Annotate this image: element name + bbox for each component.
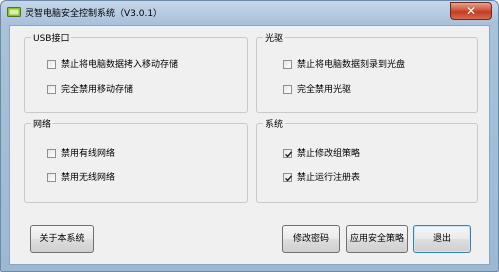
optical-group-title: 光驱 xyxy=(263,31,286,44)
usb-group-title: USB接口 xyxy=(31,31,72,44)
system-group: 系统 禁止修改组策略 禁止运行注册表 xyxy=(256,117,478,203)
optical-group: 光驱 禁止将电脑数据刻录到光盘 完全禁用光驱 xyxy=(256,31,478,113)
optical-disable-all-checkbox[interactable] xyxy=(283,85,292,94)
system-group-policy-checkbox[interactable] xyxy=(283,149,293,158)
close-button[interactable]: ✕ xyxy=(450,2,492,20)
exit-button[interactable]: 退出 xyxy=(413,225,471,253)
app-icon xyxy=(7,7,21,17)
optical-disable-all-label: 完全禁用光驱 xyxy=(297,85,352,95)
about-button[interactable]: 关于本系统 xyxy=(30,225,94,253)
title-bar[interactable]: 灵智电脑安全控制系统（V3.0.1） ✕ xyxy=(1,1,498,25)
network-group-title: 网络 xyxy=(31,117,54,130)
client-area: USB接口 禁止将电脑数据拷入移动存储 完全禁用移动存储 光驱 禁止将电脑数据刻… xyxy=(9,25,490,265)
optical-block-burn-checkbox[interactable] xyxy=(283,60,292,69)
system-registry-checkbox[interactable] xyxy=(283,173,293,182)
change-password-button[interactable]: 修改密码 xyxy=(282,225,340,253)
usb-disable-all-checkbox[interactable] xyxy=(47,85,56,94)
window-title: 灵智电脑安全控制系统（V3.0.1） xyxy=(25,9,163,19)
optical-block-burn-label: 禁止将电脑数据刻录到光盘 xyxy=(297,60,406,70)
network-wired-label: 禁用有线网络 xyxy=(61,149,116,159)
system-group-policy-label: 禁止修改组策略 xyxy=(297,149,361,159)
apply-policy-button[interactable]: 应用安全策略 xyxy=(346,225,408,253)
usb-group: USB接口 禁止将电脑数据拷入移动存储 完全禁用移动存储 xyxy=(24,31,248,113)
usb-block-copy-checkbox[interactable] xyxy=(47,60,56,69)
network-wired-checkbox[interactable] xyxy=(47,149,56,158)
network-wireless-checkbox[interactable] xyxy=(47,173,56,182)
check-mark-icon xyxy=(285,175,293,182)
network-wireless-label: 禁用无线网络 xyxy=(61,173,116,183)
system-registry-label: 禁止运行注册表 xyxy=(297,173,361,183)
close-icon: ✕ xyxy=(465,4,477,18)
network-group: 网络 禁用有线网络 禁用无线网络 xyxy=(24,117,248,203)
check-mark-icon xyxy=(285,151,293,158)
system-group-title: 系统 xyxy=(263,117,286,130)
usb-disable-all-label: 完全禁用移动存储 xyxy=(61,85,134,95)
usb-block-copy-label: 禁止将电脑数据拷入移动存储 xyxy=(61,60,179,70)
main-window: 灵智电脑安全控制系统（V3.0.1） ✕ USB接口 禁止将电脑数据拷入移动存储… xyxy=(0,0,499,272)
